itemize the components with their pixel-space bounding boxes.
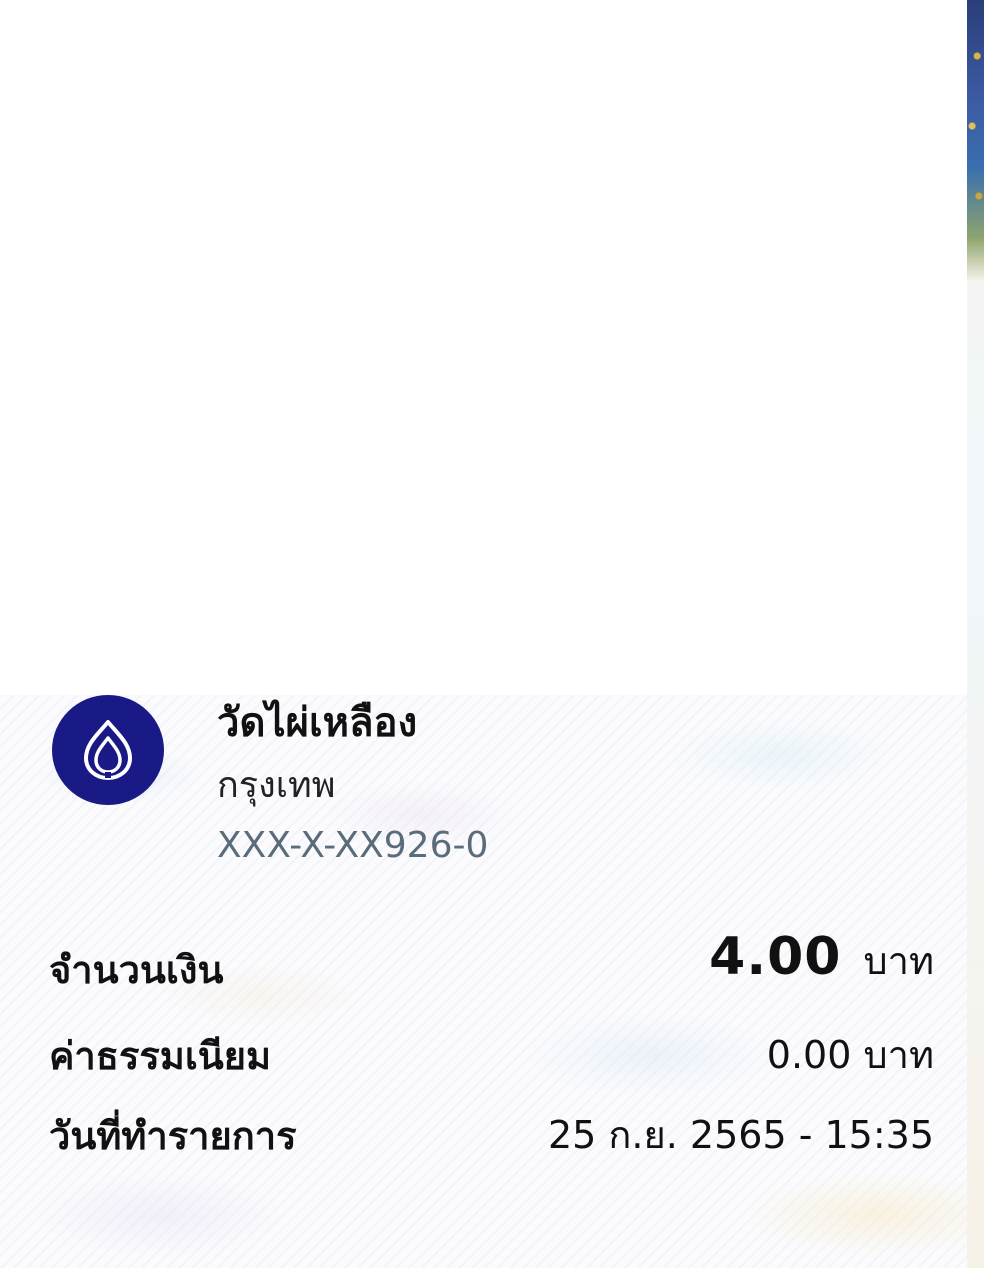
amount-label: จำนวนเงิน [49, 948, 224, 992]
transaction-date-label: วันที่ทำรายการ [49, 1114, 297, 1158]
next-card-edge [967, 0, 984, 1268]
bank-logo [52, 695, 164, 805]
recipient-account-number: XXX-X-XX926-0 [217, 825, 489, 866]
amount-value: 4.00 [709, 927, 842, 987]
next-card-artwork [967, 0, 984, 280]
transaction-date-value: 25 ก.ย. 2565 - 15:35 [547, 1113, 934, 1157]
recipient-bank: กรุงเทพ [217, 765, 336, 806]
bangkok-bank-lotus-icon [84, 720, 132, 780]
transfer-slip-screen: วัดไผ่เหลือง กรุงเทพ XXX-X-XX926-0 จำนวน… [0, 0, 984, 1268]
amount-unit: บาท [863, 939, 934, 983]
fee-label: ค่าธรรมเนียม [49, 1034, 272, 1078]
recipient-name: วัดไผ่เหลือง [217, 700, 418, 746]
amount-value-group: 4.00 บาท [709, 931, 934, 986]
fee-value: 0.00 บาท [766, 1033, 934, 1077]
